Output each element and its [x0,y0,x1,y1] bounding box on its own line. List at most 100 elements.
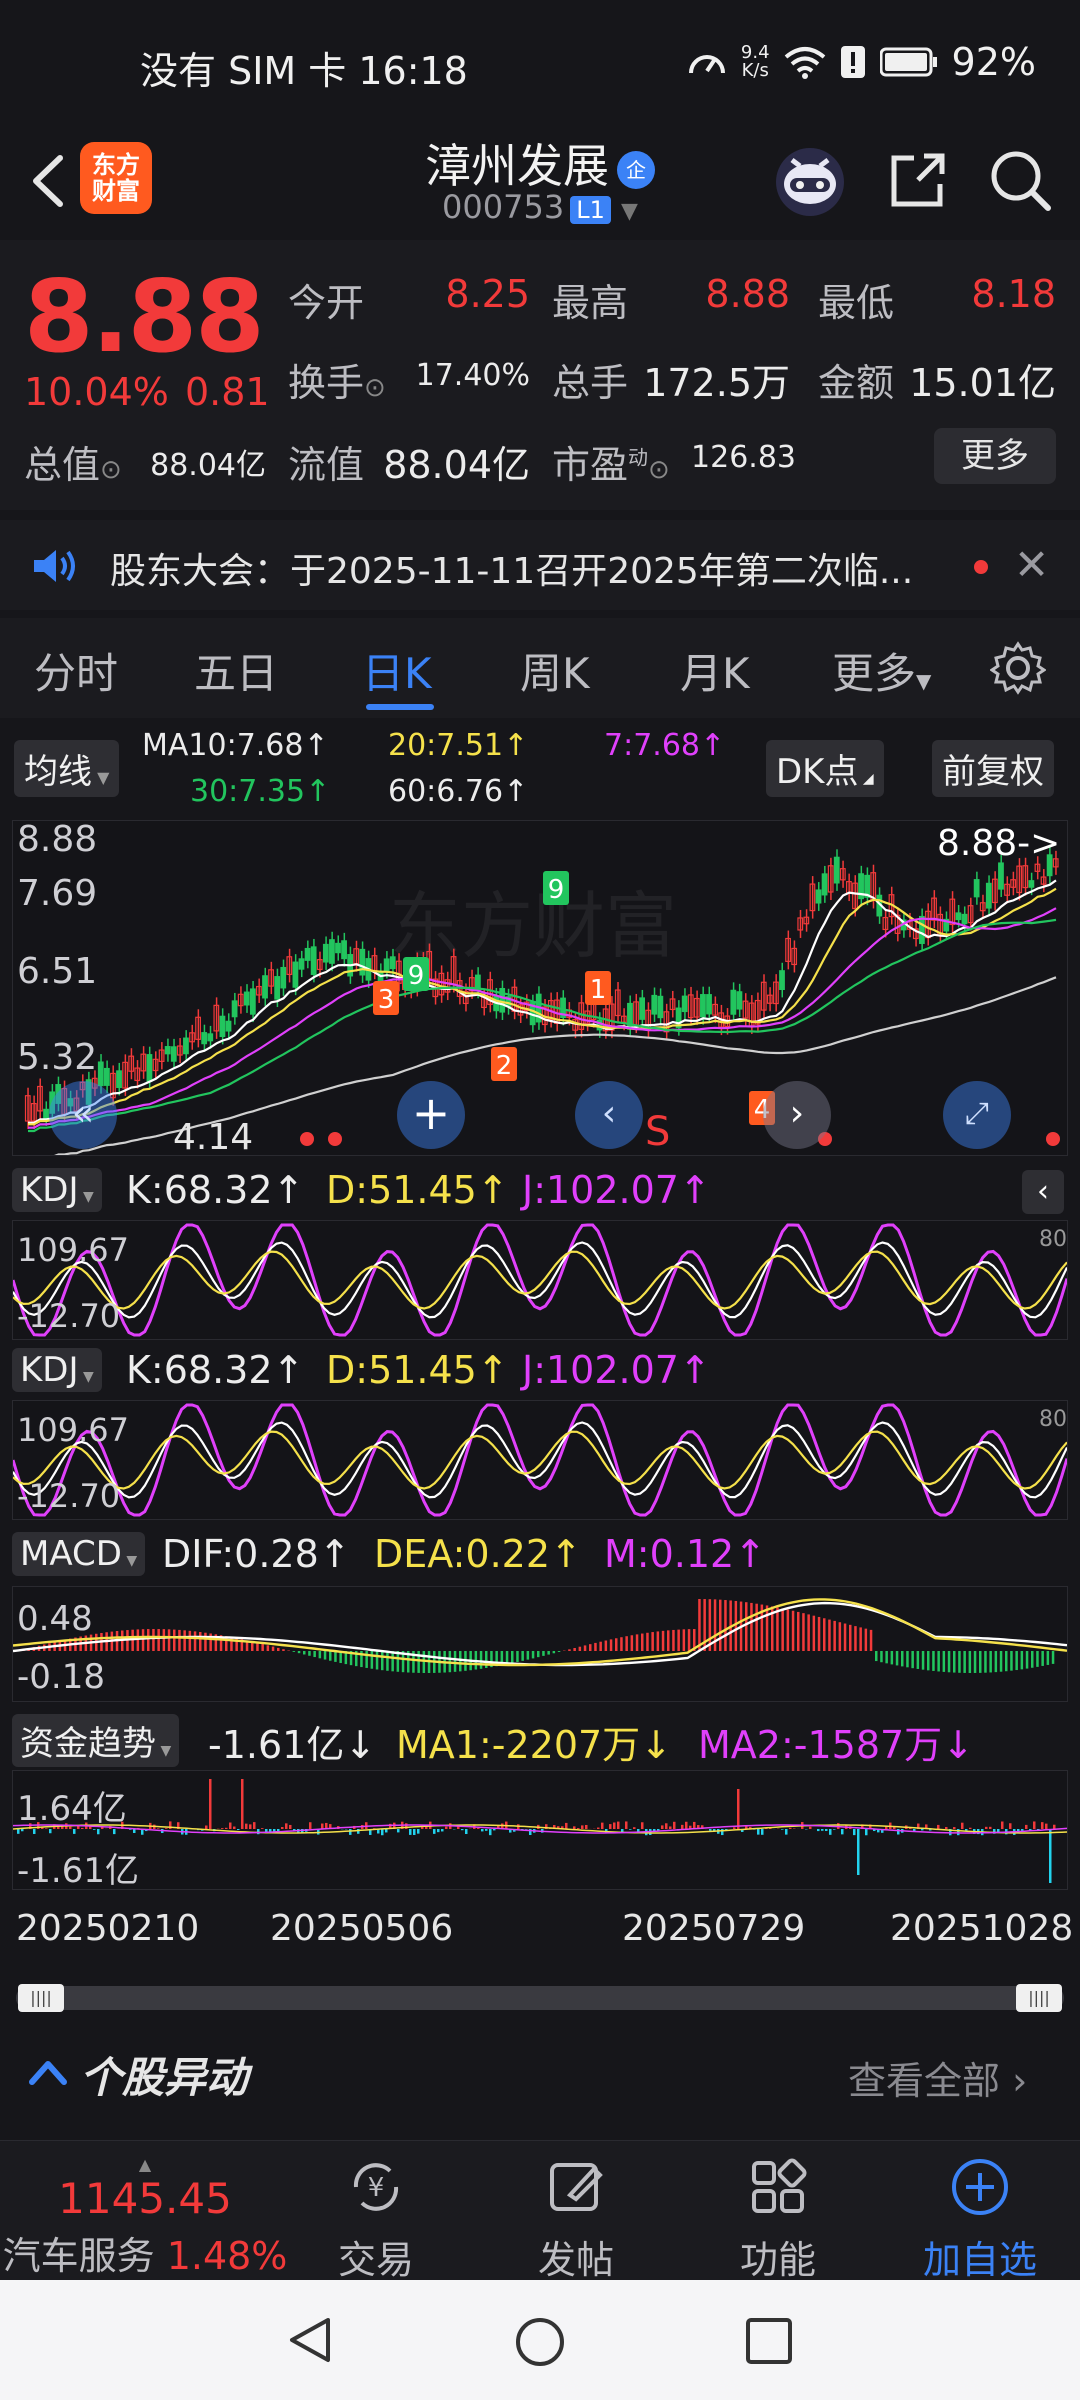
fund-bar [493,1829,496,1831]
macd-bar [271,1646,275,1651]
indicator-selector[interactable]: KDJ ▼ [12,1348,102,1392]
adjust-button[interactable]: 前复权 [932,740,1054,797]
mktcap-label[interactable]: 总值⊙ [24,434,122,489]
macd-bar [552,1651,556,1654]
current-price: 8.88 [24,258,265,375]
home-circle-icon[interactable] [512,2314,568,2370]
change-amount: 0.81 [185,370,270,414]
candle-body [304,947,311,961]
dk-point-button[interactable]: DK点 ◢ [766,740,884,797]
macd-bar [386,1651,389,1671]
tab-monthly-k[interactable]: 月K [680,640,750,701]
open-value: 8.25 [445,272,530,316]
svg-text:¥: ¥ [368,2173,385,2203]
macd-bar [765,1605,769,1651]
abnormal-section[interactable]: 个股异动 查看全部 › [0,2030,1080,2120]
candle-body [1028,880,1035,888]
macd-bar [365,1651,368,1668]
nav-trade[interactable]: ¥ 交易 [306,2155,446,2284]
search-icon[interactable] [980,140,1060,220]
scroll-left-button[interactable]: ‹ [575,1081,643,1149]
macd-bar [173,1629,176,1651]
ma20-value: 20:7.51↑ [388,728,529,763]
nav-add-watchlist[interactable]: 加自选 [910,2155,1050,2284]
more-quote-button[interactable]: 更多 [934,428,1056,484]
date-label: 20250729 [622,1908,806,1949]
ma30-value: 30:7.35↑ [190,774,331,809]
macd-bar [1041,1651,1044,1666]
tab-weekly-k[interactable]: 周K [520,640,590,701]
indicator-selector[interactable]: MACD ▼ [12,1532,146,1576]
macd-bar [282,1649,285,1651]
fund-bar [721,1829,724,1836]
zoom-in-button[interactable]: + [397,1081,465,1149]
indicator-selector[interactable]: KDJ ▼ [12,1168,102,1212]
macd-bar [734,1600,738,1651]
pe-label[interactable]: 市盈动⊙ [552,434,670,489]
macd-chart[interactable]: 0.48 -0.18 [12,1586,1068,1702]
fund-bar [789,1827,792,1829]
fullscreen-icon[interactable]: ⤢ [943,1081,1011,1149]
tab-intraday[interactable]: 分时 [34,640,118,701]
slider-left-handle[interactable]: |||| [18,1984,64,2012]
scroll-left-fast-button[interactable]: « [49,1081,117,1149]
recents-square-icon[interactable] [744,2316,794,2366]
macd-bar [542,1651,545,1656]
macd-bar [880,1651,883,1663]
fund-bar [1041,1822,1044,1829]
macd-bar [823,1618,826,1651]
fund-bar [1009,1823,1012,1829]
robot-assistant-icon[interactable] [770,140,850,220]
kdj-bg [13,1221,1067,1339]
fund-bg [13,1771,1067,1889]
close-icon[interactable]: ✕ [1014,540,1049,589]
slider-right-handle[interactable]: |||| [1016,1984,1062,2012]
share-icon[interactable] [878,140,958,220]
macd-bar [516,1651,519,1662]
macd-bar [131,1629,134,1651]
macd-bar [594,1642,597,1651]
macd-bar [178,1629,181,1651]
sector-index[interactable]: ▲ 1145.45 汽车服务 1.48% [0,2155,290,2280]
macd-bar [750,1602,753,1651]
macd-bar [698,1599,701,1651]
fund-bar [865,1829,868,1836]
macd-bar [479,1651,483,1669]
nav-functions[interactable]: 功能 [708,2155,848,2284]
fund-chart[interactable]: 1.64亿 -1.61亿 [12,1770,1068,1891]
macd-bar [1046,1651,1050,1665]
tab-more[interactable]: 更多▼ [832,640,931,701]
tab-daily-k[interactable]: 日K [362,640,432,701]
macd-bar [266,1645,270,1651]
kdj-chart[interactable]: 109.67 -12.70 80 [12,1220,1068,1340]
fund-bar [381,1829,384,1836]
fund-bar [1025,1824,1028,1829]
tab-five-day[interactable]: 五日 [194,640,278,701]
range-slider[interactable]: |||| |||| [16,1984,1064,2012]
scroll-right-button[interactable]: › [763,1081,831,1149]
status-icons: 9.4 K/s 92% [687,40,1036,84]
macd-bar [1005,1651,1008,1672]
macd-bar [817,1616,821,1651]
ma-selector[interactable]: 均线 ▼ [14,740,120,797]
indicator-selector[interactable]: 资金趋势 ▼ [12,1714,180,1767]
settings-gear-icon[interactable] [990,640,1046,696]
macd-bar [313,1651,316,1658]
fund-bar [829,1829,832,1835]
back-triangle-icon[interactable] [284,2314,336,2366]
view-all-link[interactable]: 查看全部 › [848,2050,1027,2105]
turnover-label[interactable]: 换手⊙ [288,352,386,407]
macd-bar [1036,1651,1039,1667]
macd-bar [724,1600,727,1651]
kdj-y-bottom: -12.70 [17,1297,121,1335]
collapse-panel-button[interactable]: ‹ [1022,1170,1064,1214]
macd-bar [531,1651,535,1659]
kline-chart[interactable]: 东方财富 9 9 1 2 3 4 8.88 7.69 6.51 5.32 4.14 8.88… [12,819,1068,1158]
nav-post[interactable]: 发帖 [506,2155,646,2284]
notice-bar[interactable]: 股东大会：于2025-11-11召开2025年第二次临... ✕ [0,520,1080,610]
fund-value: -1.61亿↓ [208,1723,377,1767]
kdj-chart[interactable]: 109.67 -12.70 80 [12,1400,1068,1520]
edit-icon [550,2163,603,2211]
kdj-k: K:68.32↑ [126,1348,305,1392]
fund-bar [349,1829,352,1835]
